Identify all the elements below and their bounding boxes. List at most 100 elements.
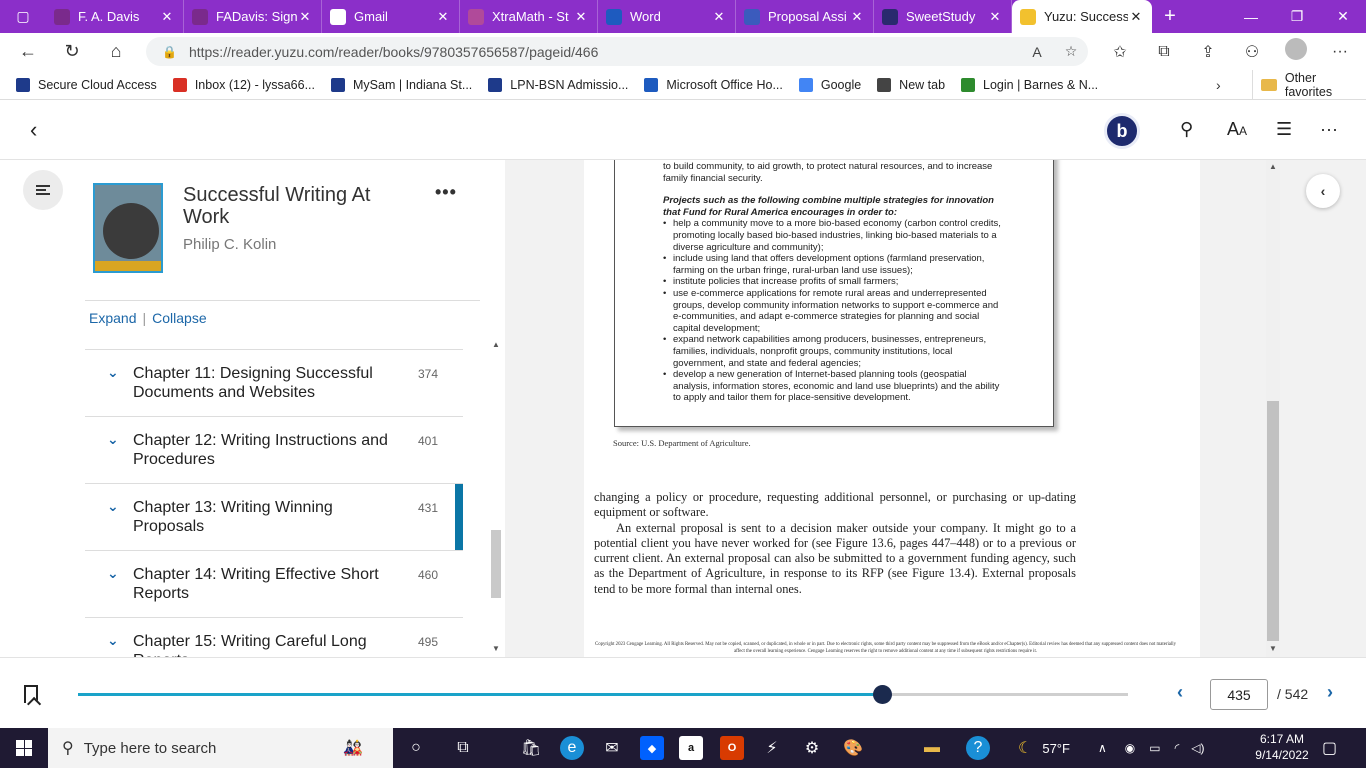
menu-icon[interactable] — [23, 170, 63, 210]
favorite-link[interactable]: Inbox (12) - lyssa66... — [172, 77, 315, 92]
battery-icon[interactable]: ▭ — [1149, 741, 1160, 755]
favorite-link[interactable]: Login | Barnes & N... — [961, 77, 1098, 92]
other-favorites[interactable]: Other favorites — [1252, 70, 1366, 100]
paint-icon[interactable]: 🎨 — [841, 736, 865, 760]
close-tab-icon[interactable]: ✕ — [987, 9, 1003, 25]
chevron-down-icon[interactable]: ⌄ — [107, 632, 119, 649]
task-view-icon[interactable]: ⧉ — [451, 736, 475, 760]
meet-icon[interactable]: ◉ — [1125, 741, 1135, 755]
expand-link[interactable]: Expand — [89, 310, 136, 326]
refresh-icon[interactable]: ↻ — [50, 33, 94, 70]
chevron-down-icon[interactable]: ⌄ — [107, 565, 119, 582]
close-tab-icon[interactable]: ✕ — [297, 9, 313, 25]
weather-widget[interactable]: ☾ 57°F — [1018, 728, 1070, 768]
toc-chapter-item[interactable]: ⌄ Chapter 14: Writing Effective Short Rep… — [85, 551, 463, 618]
browser-tab[interactable]: XtraMath - St ✕ — [460, 0, 598, 33]
page-scrollbar[interactable]: ▲ ▼ — [1266, 160, 1280, 657]
favorites-icon[interactable]: ✩ — [1098, 42, 1142, 62]
amazon-icon[interactable]: a — [679, 736, 703, 760]
favorite-link[interactable]: New tab — [877, 77, 945, 92]
close-tab-icon[interactable]: ✕ — [159, 9, 175, 25]
scroll-down-icon[interactable]: ▼ — [492, 644, 500, 653]
favorite-link[interactable]: Microsoft Office Ho... — [644, 77, 783, 92]
bookmarks-list-icon[interactable]: ☰ — [1276, 119, 1292, 140]
mail-icon[interactable]: ✉ — [600, 736, 624, 760]
clock[interactable]: 6:17 AM 9/14/2022 — [1248, 731, 1316, 763]
store-icon[interactable]: 🛍 — [519, 736, 543, 760]
browser-tab[interactable]: Gmail ✕ — [322, 0, 460, 33]
settings-more-icon[interactable]: ··· — [1318, 43, 1362, 61]
chevron-down-icon[interactable]: ⌄ — [107, 364, 119, 381]
toc-chapter-item[interactable]: ⌄ Chapter 15: Writing Careful Long Report… — [85, 618, 463, 657]
dropbox-icon[interactable]: ◆ — [640, 736, 664, 760]
book-options-icon[interactable]: ••• — [435, 182, 457, 203]
start-button[interactable] — [0, 728, 48, 768]
close-tab-icon[interactable]: ✕ — [849, 9, 865, 25]
chevron-up-icon[interactable]: ∧ — [1098, 741, 1107, 755]
browser-tab[interactable]: FADavis: Sign ✕ — [184, 0, 322, 33]
office-icon[interactable]: O — [720, 736, 744, 760]
close-tab-icon[interactable]: ✕ — [435, 9, 451, 25]
url-field[interactable]: 🔒 https://reader.yuzu.com/reader/books/9… — [146, 37, 1088, 66]
chevron-left-icon[interactable]: ‹ — [1306, 174, 1340, 208]
browser-tab[interactable]: Yuzu: Success ✕ — [1012, 0, 1152, 33]
brand-logo[interactable]: b — [1104, 113, 1140, 149]
wifi-icon[interactable]: ◜ — [1175, 741, 1180, 755]
browser-tab[interactable]: F. A. Davis ✕ — [46, 0, 184, 33]
system-tray[interactable]: ∧ ◉ ▭ ◜ ◁) — [1098, 728, 1205, 768]
browser-tab[interactable]: SweetStudy ✕ — [874, 0, 1012, 33]
read-aloud-icon[interactable]: A — [1020, 44, 1054, 60]
toc-chapter-item[interactable]: ⌄ Chapter 12: Writing Instructions and Pr… — [85, 417, 463, 484]
next-page-icon[interactable]: › — [1327, 682, 1333, 703]
scroll-up-icon[interactable]: ▲ — [1269, 162, 1277, 171]
page-slider[interactable] — [78, 685, 1128, 704]
page-scroll-thumb[interactable] — [1267, 401, 1279, 641]
home-icon[interactable]: ⌂ — [94, 33, 138, 70]
volume-icon[interactable]: ◁) — [1191, 741, 1204, 755]
bookmark-icon[interactable] — [24, 685, 38, 703]
page-number-input[interactable] — [1210, 679, 1268, 710]
chevron-down-icon[interactable]: ⌄ — [107, 431, 119, 448]
previous-page-icon[interactable]: ‹ — [1177, 682, 1183, 703]
more-options-icon[interactable]: ··· — [1320, 119, 1338, 140]
back-chevron-icon[interactable]: ‹ — [30, 117, 37, 143]
bolt-app-icon[interactable]: ⚡ — [760, 736, 784, 760]
slider-handle[interactable] — [873, 685, 893, 704]
close-window-button[interactable]: ✕ — [1320, 0, 1366, 33]
favorite-link[interactable]: Google — [798, 77, 861, 92]
profile-avatar[interactable] — [1274, 38, 1318, 65]
restore-button[interactable]: ❐ — [1274, 0, 1320, 33]
toc-chapter-item[interactable]: ⌄ Chapter 11: Designing Successful Docume… — [85, 350, 463, 417]
tab-actions-icon[interactable]: ▢ — [0, 0, 46, 33]
file-explorer-icon[interactable]: ▬ — [920, 736, 944, 760]
edge-icon[interactable]: e — [560, 736, 584, 760]
browser-tab[interactable]: Proposal Assi ✕ — [736, 0, 874, 33]
close-tab-icon[interactable]: ✕ — [1128, 9, 1144, 25]
extensions-icon[interactable]: ⚇ — [1230, 42, 1274, 62]
cortana-icon[interactable]: ○ — [404, 736, 428, 760]
back-arrow-icon[interactable]: ← — [6, 33, 50, 70]
new-tab-button[interactable]: + — [1152, 0, 1188, 33]
help-icon[interactable]: ? — [966, 736, 990, 760]
favorite-link[interactable]: LPN-BSN Admissio... — [488, 77, 628, 92]
add-favorite-icon[interactable]: ☆ — [1054, 43, 1088, 60]
browser-tab[interactable]: Word ✕ — [598, 0, 736, 33]
collapse-link[interactable]: Collapse — [152, 310, 206, 326]
minimize-button[interactable]: — — [1228, 0, 1274, 33]
toc-chapter-item[interactable]: ⌄ Chapter 13: Writing Winning Proposals 43… — [85, 484, 463, 551]
share-icon[interactable]: ⇪ — [1186, 42, 1230, 62]
chevron-down-icon[interactable]: ⌄ — [107, 498, 119, 515]
search-highlight-icon[interactable]: 🎎 — [320, 736, 386, 760]
toc-scrollbar[interactable]: ▲ ▼ — [490, 340, 502, 657]
toc-scroll-thumb[interactable] — [491, 530, 501, 598]
search-icon[interactable]: ⚲ — [1180, 119, 1193, 140]
notification-icon[interactable]: ▢ — [1322, 738, 1337, 758]
text-size-icon[interactable]: AA — [1227, 119, 1247, 140]
scroll-up-icon[interactable]: ▲ — [492, 340, 500, 349]
favorite-link[interactable]: MySam | Indiana St... — [331, 77, 472, 92]
close-tab-icon[interactable]: ✕ — [711, 9, 727, 25]
settings-gear-icon[interactable]: ⚙ — [800, 736, 824, 760]
collections-icon[interactable]: ⧉ — [1142, 43, 1186, 61]
favorite-link[interactable]: Secure Cloud Access — [16, 77, 157, 92]
scroll-down-icon[interactable]: ▼ — [1269, 644, 1277, 653]
